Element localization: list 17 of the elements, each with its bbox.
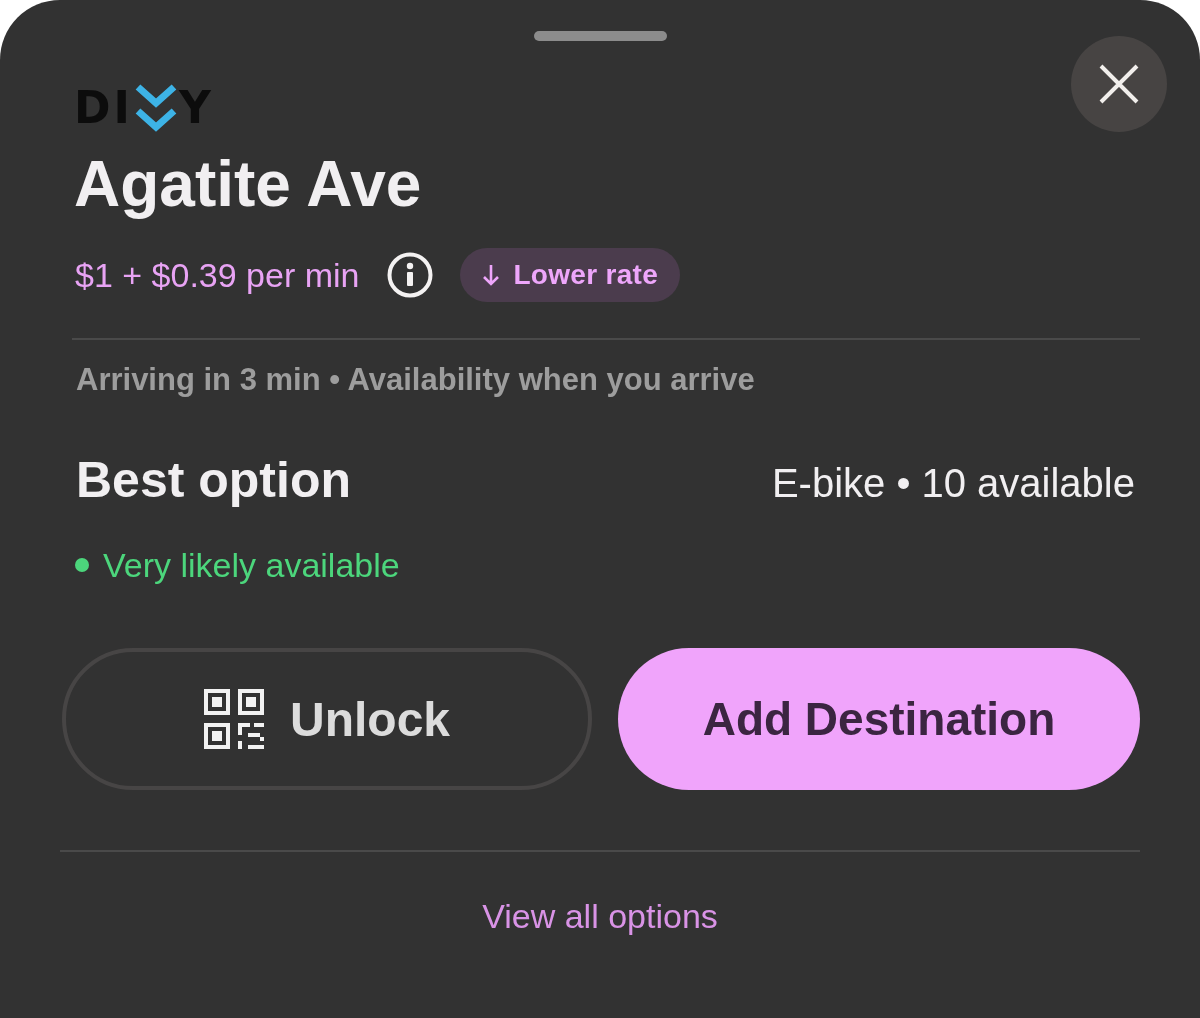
down-arrow-icon	[482, 264, 501, 286]
vehicle-availability: E-bike • 10 available	[771, 460, 1135, 507]
view-all-options-link[interactable]: View all options	[482, 894, 718, 938]
price-text: $1 + $0.39 per min	[75, 255, 360, 295]
drag-handle[interactable]	[533, 31, 667, 41]
badge-label: Lower rate	[513, 259, 659, 291]
close-icon	[1099, 64, 1139, 104]
availability-label: Very likely available	[103, 545, 400, 586]
info-icon[interactable]	[387, 252, 434, 298]
unlock-button[interactable]: Unlock	[62, 648, 592, 790]
station-title: Agatite Ave	[74, 147, 423, 222]
section-heading: Best option	[76, 451, 351, 510]
arrival-info: Arriving in 3 min • Availability when you arrive	[76, 361, 756, 399]
qr-code-icon	[204, 689, 264, 749]
double-chevron-icon	[134, 84, 177, 132]
add-destination-button[interactable]: Add Destination	[618, 648, 1140, 790]
status-dot-icon	[75, 558, 89, 572]
